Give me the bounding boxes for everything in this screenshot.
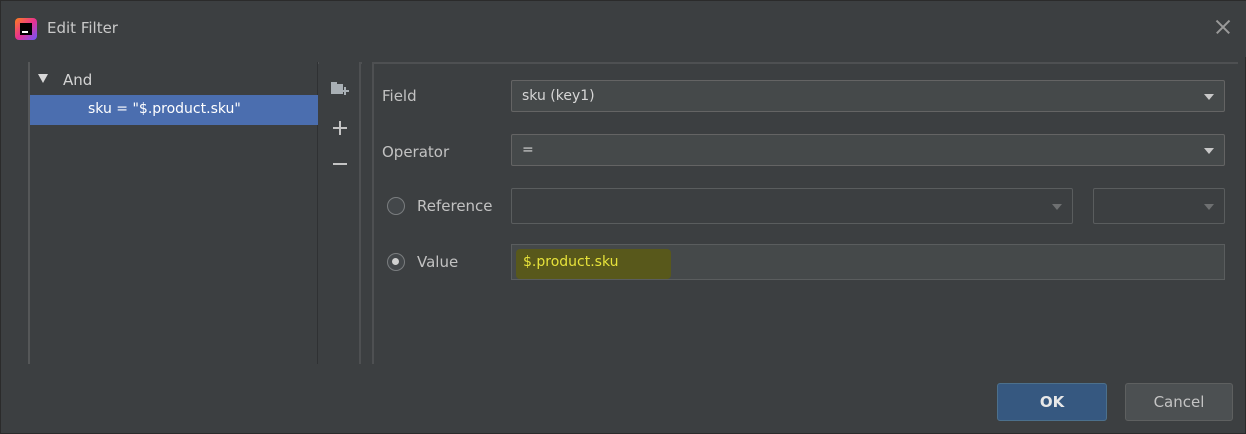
close-icon[interactable] [1211, 15, 1235, 39]
dialog-title: Edit Filter [47, 19, 118, 37]
tree-node-and[interactable]: And [30, 66, 318, 92]
value-radio[interactable] [387, 253, 405, 271]
tree-node-label: And [63, 71, 93, 89]
reference-secondary-dropdown[interactable] [1093, 188, 1225, 224]
chevron-down-icon [1204, 94, 1214, 100]
tree-toolbar [319, 62, 361, 364]
expand-arrow-icon[interactable] [38, 74, 48, 83]
operator-dropdown-value: = [522, 142, 534, 158]
field-dropdown-value: sku (key1) [522, 88, 595, 104]
value-label: Value [417, 253, 459, 271]
ok-button[interactable]: OK [997, 383, 1107, 421]
app-logo-icon [15, 18, 37, 40]
operator-label: Operator [382, 143, 450, 161]
chevron-down-icon [1204, 204, 1214, 210]
tree-node-label: sku = "$.product.sku" [88, 101, 241, 117]
value-input[interactable]: $.product.sku [511, 244, 1225, 280]
add-group-icon[interactable] [327, 76, 353, 102]
reference-label: Reference [417, 197, 493, 215]
chevron-down-icon [1204, 148, 1214, 154]
tree-node-condition[interactable]: sku = "$.product.sku" [30, 95, 318, 125]
chevron-down-icon [1052, 204, 1062, 210]
field-dropdown[interactable]: sku (key1) [511, 80, 1225, 112]
field-label: Field [382, 87, 417, 105]
remove-icon[interactable] [327, 150, 353, 176]
filter-tree[interactable]: And sku = "$.product.sku" [28, 62, 318, 364]
value-input-text: $.product.sku [523, 254, 619, 270]
add-icon[interactable] [327, 115, 353, 141]
reference-radio[interactable] [387, 197, 405, 215]
cancel-button[interactable]: Cancel [1125, 383, 1233, 421]
operator-dropdown[interactable]: = [511, 134, 1225, 166]
edit-filter-dialog: Edit Filter And sku = "$.product.sku" Fi… [0, 0, 1246, 434]
reference-dropdown[interactable] [511, 188, 1073, 224]
title-bar: Edit Filter [1, 1, 1246, 57]
